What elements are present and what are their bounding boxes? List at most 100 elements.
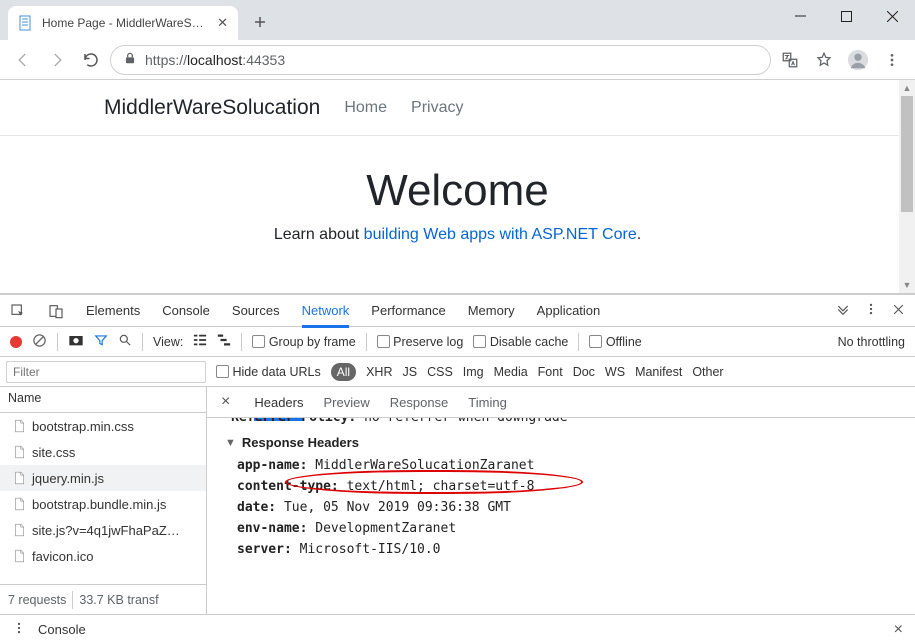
- tab-memory[interactable]: Memory: [468, 303, 515, 318]
- nav-privacy[interactable]: Privacy: [411, 99, 463, 117]
- type-all[interactable]: All: [331, 363, 356, 381]
- section-label: Response Headers: [242, 435, 359, 450]
- screenshot-icon[interactable]: [68, 333, 84, 350]
- detail-tab-response[interactable]: Response: [390, 395, 449, 410]
- header-value: Microsoft-IIS/10.0: [300, 542, 441, 557]
- detail-close-icon[interactable]: ×: [221, 393, 230, 411]
- request-list-header[interactable]: Name: [0, 387, 206, 413]
- learn-link[interactable]: building Web apps with ASP.NET Core: [364, 226, 637, 243]
- learn-suffix: .: [637, 226, 641, 243]
- back-button[interactable]: [8, 45, 38, 75]
- devtools-menu-icon[interactable]: [864, 302, 878, 319]
- filter-input[interactable]: [6, 361, 206, 383]
- response-headers-section[interactable]: ▼ Response Headers: [225, 435, 915, 450]
- profile-icon[interactable]: [843, 45, 873, 75]
- type-xhr[interactable]: XHR: [366, 365, 392, 379]
- maximize-button[interactable]: [823, 0, 869, 32]
- request-row[interactable]: jquery.min.js: [0, 465, 206, 491]
- type-other[interactable]: Other: [692, 365, 723, 379]
- detail-tab-preview[interactable]: Preview: [323, 395, 369, 410]
- new-tab-button[interactable]: [246, 8, 274, 36]
- browser-tab[interactable]: Home Page - MiddlerWareSoluca ✕: [8, 6, 238, 40]
- omnibox[interactable]: https://localhost:44353: [110, 45, 771, 75]
- file-icon: [12, 445, 26, 459]
- drawer-close-icon[interactable]: ×: [894, 621, 903, 639]
- tab-network[interactable]: Network: [302, 303, 350, 328]
- request-name: bootstrap.min.css: [32, 419, 134, 434]
- separator: [366, 333, 367, 351]
- request-row[interactable]: bootstrap.bundle.min.js: [0, 491, 206, 517]
- view-label: View:: [153, 335, 183, 349]
- header-value: MiddlerWareSolucationZaranet: [315, 458, 534, 473]
- large-rows-icon[interactable]: [193, 333, 207, 350]
- header-key: server:: [237, 542, 292, 557]
- favicon-icon: [18, 15, 34, 31]
- request-row[interactable]: site.css: [0, 439, 206, 465]
- scroll-up-icon[interactable]: ▲: [899, 80, 915, 96]
- filter-icon[interactable]: [94, 333, 108, 350]
- detail-tab-timing[interactable]: Timing: [468, 395, 507, 410]
- preserve-log-checkbox[interactable]: Preserve log: [377, 335, 464, 349]
- page-scrollbar[interactable]: ▲ ▼: [899, 80, 915, 293]
- offline-checkbox[interactable]: Offline: [589, 335, 641, 349]
- tab-close-icon[interactable]: ✕: [217, 15, 228, 31]
- hero-section: Welcome Learn about building Web apps wi…: [0, 136, 915, 293]
- forward-button[interactable]: [42, 45, 72, 75]
- kebab-menu-icon[interactable]: [877, 45, 907, 75]
- tab-sources[interactable]: Sources: [232, 303, 280, 318]
- more-tabs-icon[interactable]: [836, 302, 850, 319]
- group-by-frame-checkbox[interactable]: Group by frame: [252, 335, 355, 349]
- type-img[interactable]: Img: [463, 365, 484, 379]
- detail-tab-headers[interactable]: Headers: [254, 395, 303, 421]
- minimize-button[interactable]: [777, 0, 823, 32]
- type-css[interactable]: CSS: [427, 365, 453, 379]
- type-font[interactable]: Font: [538, 365, 563, 379]
- request-row[interactable]: favicon.ico: [0, 543, 206, 569]
- drawer-tab-console[interactable]: Console: [38, 622, 86, 637]
- header-value: no-referrer-when-downgrade: [364, 418, 568, 425]
- record-button[interactable]: [10, 336, 22, 348]
- headers-body[interactable]: Referrer Policy: no-referrer-when-downgr…: [207, 418, 915, 614]
- translate-icon[interactable]: [775, 45, 805, 75]
- request-row[interactable]: bootstrap.min.css: [0, 413, 206, 439]
- drawer-menu-icon[interactable]: [12, 621, 26, 638]
- scroll-thumb[interactable]: [901, 96, 913, 212]
- throttling-select[interactable]: No throttling: [838, 335, 905, 349]
- site-navbar: MiddlerWareSolucation Home Privacy: [0, 80, 915, 136]
- type-ws[interactable]: WS: [605, 365, 625, 379]
- browser-urlbar: https://localhost:44353: [0, 40, 915, 80]
- tab-application[interactable]: Application: [537, 303, 601, 318]
- devtools-tabstrip: Elements Console Sources Network Perform…: [0, 295, 915, 327]
- close-window-button[interactable]: [869, 0, 915, 32]
- file-icon: [12, 419, 26, 433]
- window-titlebar: Home Page - MiddlerWareSoluca ✕: [0, 0, 915, 40]
- brand-link[interactable]: MiddlerWareSolucation: [104, 96, 320, 120]
- network-main: Name bootstrap.min.css site.css jquery.min…: [0, 387, 915, 614]
- console-drawer: Console ×: [0, 614, 915, 644]
- tab-performance[interactable]: Performance: [371, 303, 445, 318]
- waterfall-icon[interactable]: [217, 333, 231, 350]
- star-icon[interactable]: [809, 45, 839, 75]
- device-toggle-icon[interactable]: [48, 303, 64, 319]
- type-media[interactable]: Media: [494, 365, 528, 379]
- request-row[interactable]: site.js?v=4q1jwFhaPaZ…: [0, 517, 206, 543]
- scroll-down-icon[interactable]: ▼: [899, 277, 915, 293]
- hero-title: Welcome: [366, 166, 549, 216]
- type-manifest[interactable]: Manifest: [635, 365, 682, 379]
- clear-log-icon[interactable]: [32, 333, 47, 351]
- type-js[interactable]: JS: [402, 365, 417, 379]
- devtools-close-icon[interactable]: [892, 303, 905, 319]
- nav-home[interactable]: Home: [344, 99, 387, 117]
- tab-elements[interactable]: Elements: [86, 303, 140, 318]
- request-name: jquery.min.js: [32, 471, 104, 486]
- hide-data-urls-checkbox[interactable]: Hide data URLs: [216, 365, 321, 379]
- inspect-element-icon[interactable]: [10, 303, 26, 319]
- file-icon: [12, 549, 26, 563]
- tab-console[interactable]: Console: [162, 303, 210, 318]
- reload-button[interactable]: [76, 45, 106, 75]
- type-doc[interactable]: Doc: [573, 365, 595, 379]
- header-key: date:: [237, 500, 276, 515]
- disable-cache-checkbox[interactable]: Disable cache: [473, 335, 568, 349]
- file-icon: [12, 523, 26, 537]
- search-icon[interactable]: [118, 333, 132, 350]
